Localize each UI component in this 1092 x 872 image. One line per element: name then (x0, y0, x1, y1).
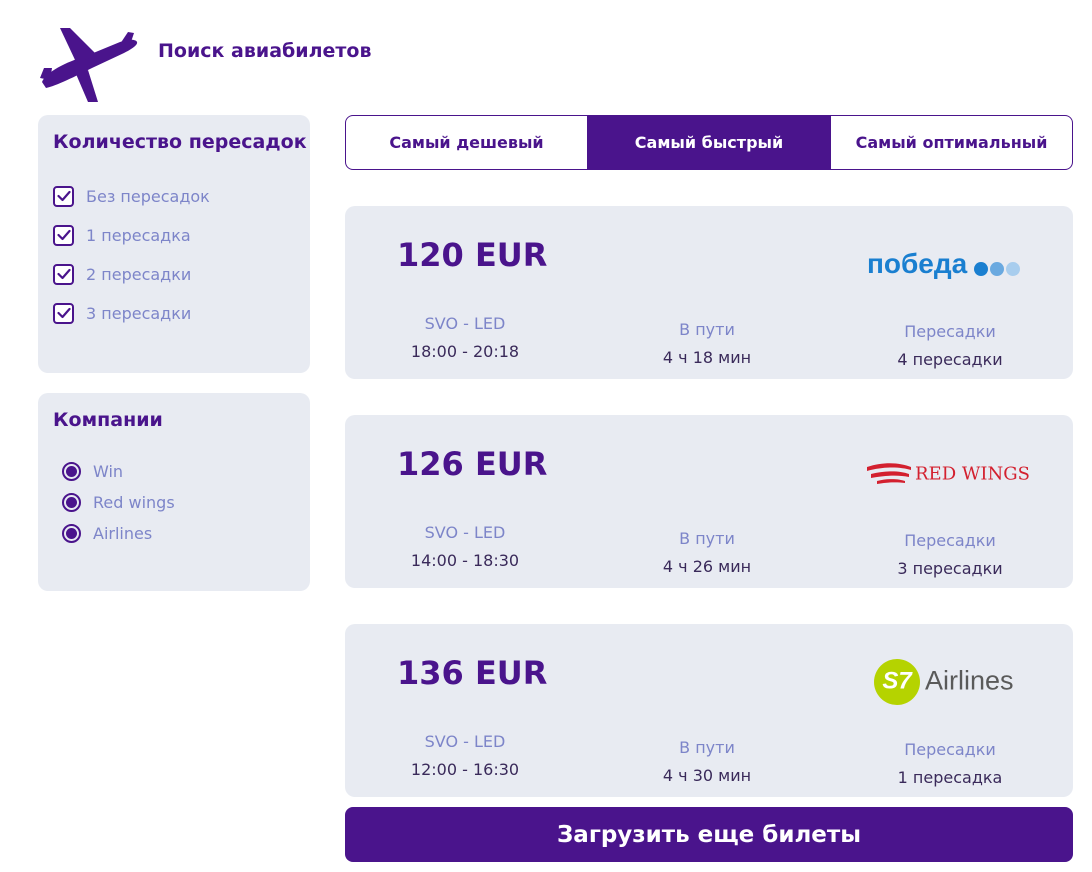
radio-button[interactable] (62, 461, 81, 481)
stops-value: 1 пересадка (897, 768, 1003, 787)
duration-label: В пути (679, 529, 735, 548)
company-option-airlines[interactable]: Airlines (62, 522, 152, 544)
duration-column: В пути 4 ч 26 мин (607, 529, 807, 576)
duration-value: 4 ч 18 мин (662, 348, 752, 367)
stops-option-1[interactable]: 1 пересадка (53, 222, 191, 248)
svg-text:S7: S7 (882, 668, 913, 695)
checkbox[interactable] (53, 185, 74, 207)
radio-dot (66, 527, 77, 539)
checkbox[interactable] (53, 263, 74, 285)
stops-option-3[interactable]: 3 пересадки (53, 300, 191, 326)
tab-cheapest[interactable]: Самый дешевый (346, 116, 587, 169)
ticket-price: 120 EUR (397, 236, 548, 274)
stops-label: Пересадки (904, 740, 996, 759)
stops-option-label: Без пересадок (86, 186, 210, 206)
stops-value: 4 пересадки (897, 350, 1003, 369)
time-range: 18:00 - 20:18 (410, 342, 520, 361)
carrier-name: победа (867, 248, 968, 279)
stops-label: Пересадки (904, 531, 996, 550)
route-label: SVO - LED (424, 314, 506, 333)
checkmark-icon (56, 190, 71, 202)
checkmark-icon (56, 229, 71, 241)
radio-dot (66, 465, 77, 477)
stops-filter-panel: Количество пересадок Без пересадок 1 пер… (38, 115, 310, 373)
stops-option-2[interactable]: 2 пересадки (53, 261, 191, 287)
route-label: SVO - LED (424, 732, 506, 751)
ticket-price: 136 EUR (397, 654, 548, 692)
stops-option-label: 1 пересадка (86, 225, 191, 245)
airplane-icon (40, 28, 138, 102)
ticket-price: 126 EUR (397, 445, 548, 483)
stops-column: Пересадки 1 пересадка (850, 740, 1050, 787)
route-column: SVO - LED 12:00 - 16:30 (365, 732, 565, 779)
checkbox[interactable] (53, 302, 74, 324)
duration-value: 4 ч 26 мин (662, 557, 752, 576)
duration-label: В пути (679, 320, 735, 339)
load-more-button[interactable]: Загрузить еще билеты (345, 807, 1073, 862)
stops-column: Пересадки 3 пересадки (850, 531, 1050, 578)
stops-filter-title: Количество пересадок (53, 131, 307, 153)
companies-filter-title: Компании (53, 409, 163, 431)
company-option-win[interactable]: Win (62, 460, 123, 482)
ticket-card[interactable]: 126 EUR RED WINGS SVO - LED 14:00 - 18:3… (345, 415, 1073, 588)
duration-label: В пути (679, 738, 735, 757)
stops-label: Пересадки (904, 322, 996, 341)
ticket-card[interactable]: 120 EUR победа SVO - LED 18:00 - 20:18 В… (345, 206, 1073, 379)
company-option-red-wings[interactable]: Red wings (62, 491, 175, 513)
stops-column: Пересадки 4 пересадки (850, 322, 1050, 369)
checkmark-icon (56, 268, 71, 280)
checkmark-icon (56, 307, 71, 319)
radio-button[interactable] (62, 523, 81, 543)
route-column: SVO - LED 14:00 - 18:30 (365, 523, 565, 570)
stops-option-label: 2 пересадки (86, 264, 192, 284)
route-label: SVO - LED (424, 523, 506, 542)
pobeda-logo: победа (867, 248, 1020, 279)
company-option-label: Red wings (93, 492, 175, 512)
stops-option-none[interactable]: Без пересадок (53, 183, 210, 209)
ticket-card[interactable]: 136 EUR S7 Airlines SVO - LED 12:00 - 16… (345, 624, 1073, 797)
radio-button[interactable] (62, 492, 81, 512)
company-option-label: Win (93, 461, 124, 481)
stops-value: 3 пересадки (897, 559, 1003, 578)
carrier-name: Airlines (925, 665, 1014, 695)
stops-option-label: 3 пересадки (86, 303, 192, 323)
page-title: Поиск авиабилетов (158, 40, 372, 62)
duration-column: В пути 4 ч 30 мин (607, 738, 807, 785)
duration-value: 4 ч 30 мин (662, 766, 752, 785)
carrier-name: RED WINGS (915, 464, 1030, 485)
red-wings-logo: RED WINGS (867, 463, 1030, 485)
s7-airlines-logo: S7 Airlines (874, 659, 1014, 705)
sort-tabs: Самый дешевый Самый быстрый Самый оптима… (345, 115, 1073, 170)
time-range: 14:00 - 18:30 (410, 551, 520, 570)
company-option-label: Airlines (93, 523, 153, 543)
time-range: 12:00 - 16:30 (410, 760, 520, 779)
tab-optimal[interactable]: Самый оптимальный (831, 116, 1072, 169)
tab-fastest[interactable]: Самый быстрый (587, 116, 831, 169)
companies-filter-panel: Компании Win Red wings Airlines (38, 393, 310, 591)
route-column: SVO - LED 18:00 - 20:18 (365, 314, 565, 361)
radio-dot (66, 496, 77, 508)
duration-column: В пути 4 ч 18 мин (607, 320, 807, 367)
checkbox[interactable] (53, 224, 74, 246)
